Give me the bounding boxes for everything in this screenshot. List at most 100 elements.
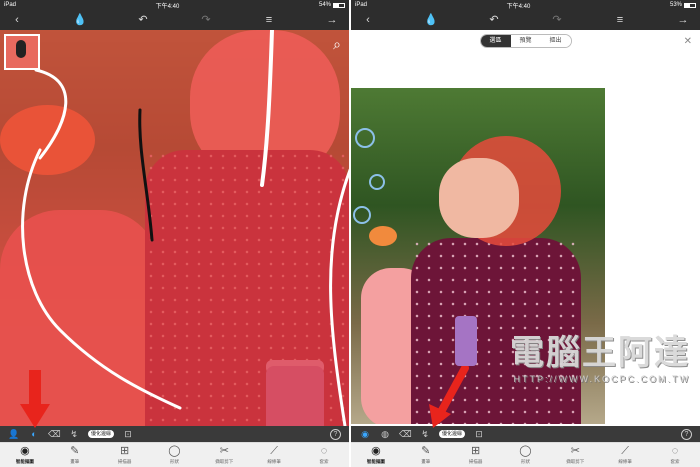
battery-percent: 53% [669, 2, 682, 8]
export-icon[interactable]: → [674, 10, 692, 30]
tool-label: 智能摳圖 [366, 459, 385, 464]
tool-label: 套索 [319, 459, 329, 464]
smart-cutout-icon: ◉ [371, 445, 381, 457]
help-icon[interactable]: ? [330, 428, 341, 440]
refine-edge-button[interactable]: 優化邊緣 [439, 430, 466, 438]
bottom-tool-bar: ◉ 智能摳圖 ✎ 畫筆 ⊞ 掃描器 ◯ 形狀 ✂ 擷取剪下 ⟋ 線條筆 ◌ 套索 [351, 442, 700, 467]
tool-label: 畫筆 [70, 459, 80, 464]
tool-label: 形狀 [169, 459, 179, 464]
watermark: 電腦王阿達 HTTP://WWW.KOCPC.COM.TW [510, 325, 690, 384]
status-bar: iPad 下午4:40 53% [351, 0, 700, 10]
scissors-icon: ✂ [570, 445, 580, 457]
carrier-label: iPad [355, 2, 368, 8]
scanner-icon: ⊞ [471, 445, 481, 457]
watermark-title: 電腦王阿達 [510, 333, 690, 373]
top-toolbar: ‹ 💧 ↶ ↷ ≡ → [0, 10, 349, 30]
red-arrow-annotation [20, 370, 50, 428]
help-icon[interactable]: ? [681, 428, 692, 440]
tool-scanner[interactable]: ⊞ 掃描器 [461, 445, 491, 465]
bubble-bottle [455, 316, 477, 366]
watermark-url: HTTP://WWW.KOCPC.COM.TW [513, 374, 690, 384]
tool-scanner[interactable]: ⊞ 掃描器 [110, 445, 140, 465]
tool-label: 擷取剪下 [215, 459, 234, 464]
scanner-icon: ⊞ [120, 445, 130, 457]
black-stroke [138, 108, 154, 242]
left-screen: iPad 下午4:40 54% ‹ 💧 ↶ ↷ ≡ → ⌕ 👤 ◐ ⌫ ↯ 優化… [0, 0, 349, 467]
bubble-wand [369, 226, 397, 246]
tool-row: 👤 ◐ ⌫ ↯ 優化邊緣 ⊡ ? [0, 426, 349, 442]
bubble [355, 128, 375, 148]
tool-shape[interactable]: ◯ 形狀 [510, 445, 540, 465]
tool-cut[interactable]: ✂ 擷取剪下 [560, 445, 590, 465]
smart-select-icon[interactable]: ◐ [28, 429, 40, 439]
zoom-icon[interactable]: ⌕ [333, 36, 341, 53]
undo-icon[interactable]: ↶ [134, 10, 152, 30]
tool-row: ◉ ◍ ⌫ ↯ 優化邊緣 ⊡ ? [351, 426, 700, 442]
carrier-label: iPad [4, 2, 17, 8]
shape-icon: ◯ [168, 445, 181, 457]
menu-icon[interactable]: ≡ [611, 10, 629, 30]
close-icon[interactable]: ✕ [684, 36, 692, 47]
tool-line-pen[interactable]: ⟋ 線條筆 [610, 445, 640, 465]
bottom-tool-bar: ◉ 智能摳圖 ✎ 畫筆 ⊞ 掃描器 ◯ 形狀 ✂ 擷取剪下 ⟋ 線條筆 ◌ 套索 [0, 442, 349, 467]
tool-shape[interactable]: ◯ 形狀 [159, 445, 189, 465]
line-pen-icon: ⟋ [621, 445, 629, 457]
battery-indicator: 54% [319, 2, 345, 8]
status-bar: iPad 下午4:40 54% [0, 0, 349, 10]
tool-pen[interactable]: ✎ 畫筆 [411, 445, 441, 465]
scissors-icon: ✂ [219, 445, 229, 457]
redo-icon[interactable]: ↷ [197, 10, 215, 30]
white-stroke [329, 168, 349, 426]
person-icon[interactable]: 👤 [8, 429, 20, 440]
preview-canvas[interactable]: 選區 預覽 摳出 ✕ 電腦王阿達 HTTP://WWW.KOCPC.COM.TW [351, 30, 700, 426]
back-icon[interactable]: ‹ [359, 10, 377, 30]
back-icon[interactable]: ‹ [8, 10, 26, 30]
tool-lasso[interactable]: ◌ 套索 [309, 445, 339, 465]
battery-fill [685, 3, 691, 7]
segment-cutout[interactable]: 摳出 [540, 35, 571, 47]
top-toolbar: ‹ 💧 ↶ ↷ ≡ → [351, 10, 700, 30]
refine-edge-button[interactable]: 優化邊緣 [88, 430, 115, 438]
redo-icon[interactable]: ↷ [548, 10, 566, 30]
preview-thumbnail[interactable] [4, 34, 40, 70]
white-stroke [260, 30, 274, 187]
eraser-icon[interactable]: ⌫ [48, 429, 61, 440]
export-icon[interactable]: → [323, 10, 341, 30]
crop-icon[interactable]: ⊡ [473, 429, 485, 440]
tool-smart-cutout[interactable]: ◉ 智能摳圖 [361, 445, 391, 465]
droplet-icon[interactable]: 💧 [422, 10, 440, 30]
globe-icon[interactable]: ◍ [379, 429, 391, 440]
segment-preview[interactable]: 預覽 [510, 35, 541, 47]
bubble [353, 206, 371, 224]
battery-fill [334, 3, 340, 7]
clock: 下午4:40 [155, 3, 180, 10]
tool-pen[interactable]: ✎ 畫筆 [60, 445, 90, 465]
tool-label: 智能摳圖 [15, 459, 34, 464]
tool-line-pen[interactable]: ⟋ 線條筆 [259, 445, 289, 465]
smart-select-icon[interactable]: ◉ [359, 429, 371, 440]
tool-lasso[interactable]: ◌ 套索 [660, 445, 690, 465]
lasso-icon: ◌ [320, 445, 328, 457]
edit-canvas[interactable]: ⌕ [0, 30, 349, 426]
screenshot-frame: iPad 下午4:40 54% ‹ 💧 ↶ ↷ ≡ → ⌕ 👤 ◐ ⌫ ↯ 優化… [0, 0, 700, 467]
droplet-icon[interactable]: 💧 [71, 10, 89, 30]
eraser-icon[interactable]: ⌫ [399, 429, 412, 440]
tool-label: 畫筆 [421, 459, 431, 464]
crop-icon[interactable]: ⊡ [122, 429, 134, 440]
bubble [369, 174, 385, 190]
tool-label: 線條筆 [618, 459, 632, 464]
white-stroke [34, 68, 68, 160]
undo-icon[interactable]: ↶ [485, 10, 503, 30]
clock: 下午4:40 [506, 3, 531, 10]
red-arrow-annotation [429, 366, 469, 428]
right-screen: iPad 下午4:40 53% ‹ 💧 ↶ ↷ ≡ → 選區 預覽 摳出 ✕ 電… [351, 0, 700, 467]
tool-cut[interactable]: ✂ 擷取剪下 [209, 445, 239, 465]
menu-icon[interactable]: ≡ [260, 10, 278, 30]
tool-smart-cutout[interactable]: ◉ 智能摳圖 [10, 445, 40, 465]
brush-icon[interactable]: ↯ [419, 429, 431, 440]
segment-selection[interactable]: 選區 [480, 35, 511, 47]
brush-icon[interactable]: ↯ [68, 429, 80, 440]
lasso-icon: ◌ [671, 445, 679, 457]
view-mode-switch: 選區 預覽 摳出 [479, 34, 572, 48]
tool-label: 掃描器 [117, 459, 132, 464]
